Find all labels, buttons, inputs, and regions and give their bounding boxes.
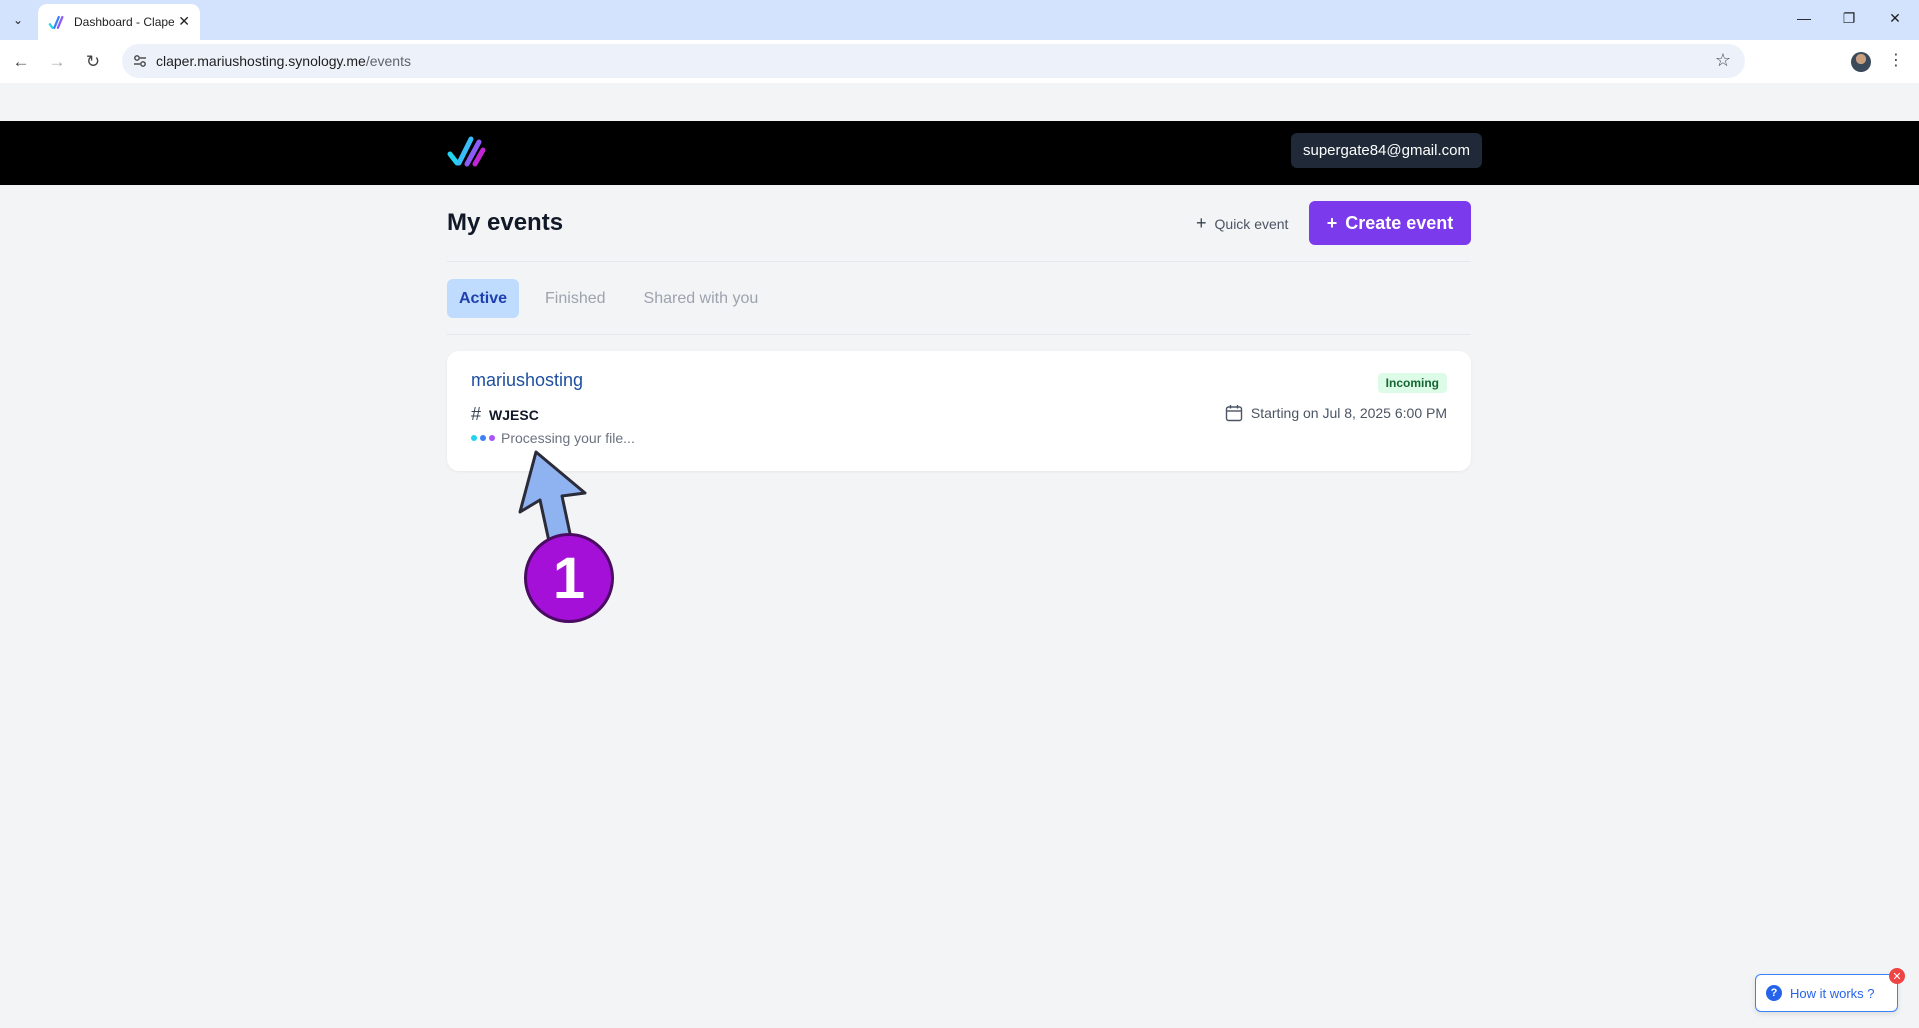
site-settings-icon[interactable] bbox=[132, 53, 148, 69]
browser-toolbar: ← → ↻ claper.mariushosting.synology.me/e… bbox=[0, 40, 1919, 83]
page-title: My events bbox=[447, 209, 564, 236]
event-date-row: Starting on Jul 8, 2025 6:00 PM bbox=[1225, 404, 1447, 422]
event-code-row: # WJESC bbox=[471, 404, 539, 425]
help-close-icon[interactable]: ✕ bbox=[1889, 968, 1905, 984]
tab-close-icon[interactable]: ✕ bbox=[178, 13, 190, 30]
forward-icon[interactable]: → bbox=[45, 50, 69, 74]
tab-active[interactable]: Active bbox=[447, 279, 520, 318]
quick-event-button[interactable]: + Quick event bbox=[1196, 213, 1288, 234]
tab-search-chevron-icon[interactable]: ⌄ bbox=[6, 9, 30, 31]
plus-icon: + bbox=[1196, 213, 1207, 233]
tab-title: Dashboard - Claper bbox=[74, 15, 174, 29]
event-name-link[interactable]: mariushosting bbox=[471, 370, 583, 391]
calendar-icon bbox=[1225, 405, 1243, 422]
loading-dots-icon bbox=[471, 435, 495, 441]
reload-icon[interactable]: ↻ bbox=[81, 50, 105, 74]
user-menu-button[interactable]: supergate84@gmail.com bbox=[1291, 133, 1482, 168]
processing-text: Processing your file... bbox=[501, 430, 635, 446]
divider bbox=[447, 261, 1471, 262]
help-label: How it works ? bbox=[1790, 985, 1875, 1001]
url-text: claper.mariushosting.synology.me/events bbox=[156, 53, 411, 69]
status-badge: Incoming bbox=[1377, 373, 1447, 393]
divider bbox=[447, 334, 1471, 335]
tab-finished[interactable]: Finished bbox=[533, 279, 617, 318]
tab-shared-with-you[interactable]: Shared with you bbox=[632, 279, 771, 318]
profile-avatar[interactable] bbox=[1851, 52, 1871, 72]
back-icon[interactable]: ← bbox=[9, 50, 33, 74]
claper-logo-icon[interactable] bbox=[446, 134, 486, 168]
event-code: WJESC bbox=[489, 406, 539, 423]
minimize-icon[interactable]: — bbox=[1794, 10, 1814, 26]
annotation-number-badge: 1 bbox=[524, 533, 614, 623]
window-close-icon[interactable]: ✕ bbox=[1885, 10, 1905, 27]
plus-icon: + bbox=[1326, 212, 1338, 233]
claper-favicon-icon bbox=[48, 15, 64, 29]
browser-tab-active[interactable]: Dashboard - Claper ✕ bbox=[38, 4, 200, 40]
help-question-icon: ? bbox=[1766, 985, 1782, 1001]
browser-tabstrip: ⌄ Dashboard - Claper ✕ — ❐ ✕ bbox=[0, 0, 1919, 40]
browser-menu-icon[interactable]: ⋮ bbox=[1888, 50, 1904, 70]
processing-status: Processing your file... bbox=[471, 430, 635, 446]
event-card[interactable]: mariushosting Incoming # WJESC Starting … bbox=[447, 351, 1471, 471]
create-event-button[interactable]: + Create event bbox=[1309, 201, 1471, 245]
address-bar[interactable]: claper.mariushosting.synology.me/events … bbox=[122, 44, 1745, 78]
event-tabs: Active Finished Shared with you bbox=[447, 279, 770, 318]
create-event-label: Create event bbox=[1345, 212, 1454, 233]
how-it-works-button[interactable]: ? How it works ? bbox=[1755, 974, 1898, 1012]
app-header: supergate84@gmail.com bbox=[0, 121, 1919, 185]
quick-event-label: Quick event bbox=[1214, 215, 1289, 232]
hash-icon: # bbox=[471, 404, 482, 424]
bookmark-star-icon[interactable]: ☆ bbox=[1715, 50, 1731, 71]
restore-icon[interactable]: ❐ bbox=[1839, 10, 1859, 27]
event-start-date: Starting on Jul 8, 2025 6:00 PM bbox=[1250, 405, 1447, 421]
